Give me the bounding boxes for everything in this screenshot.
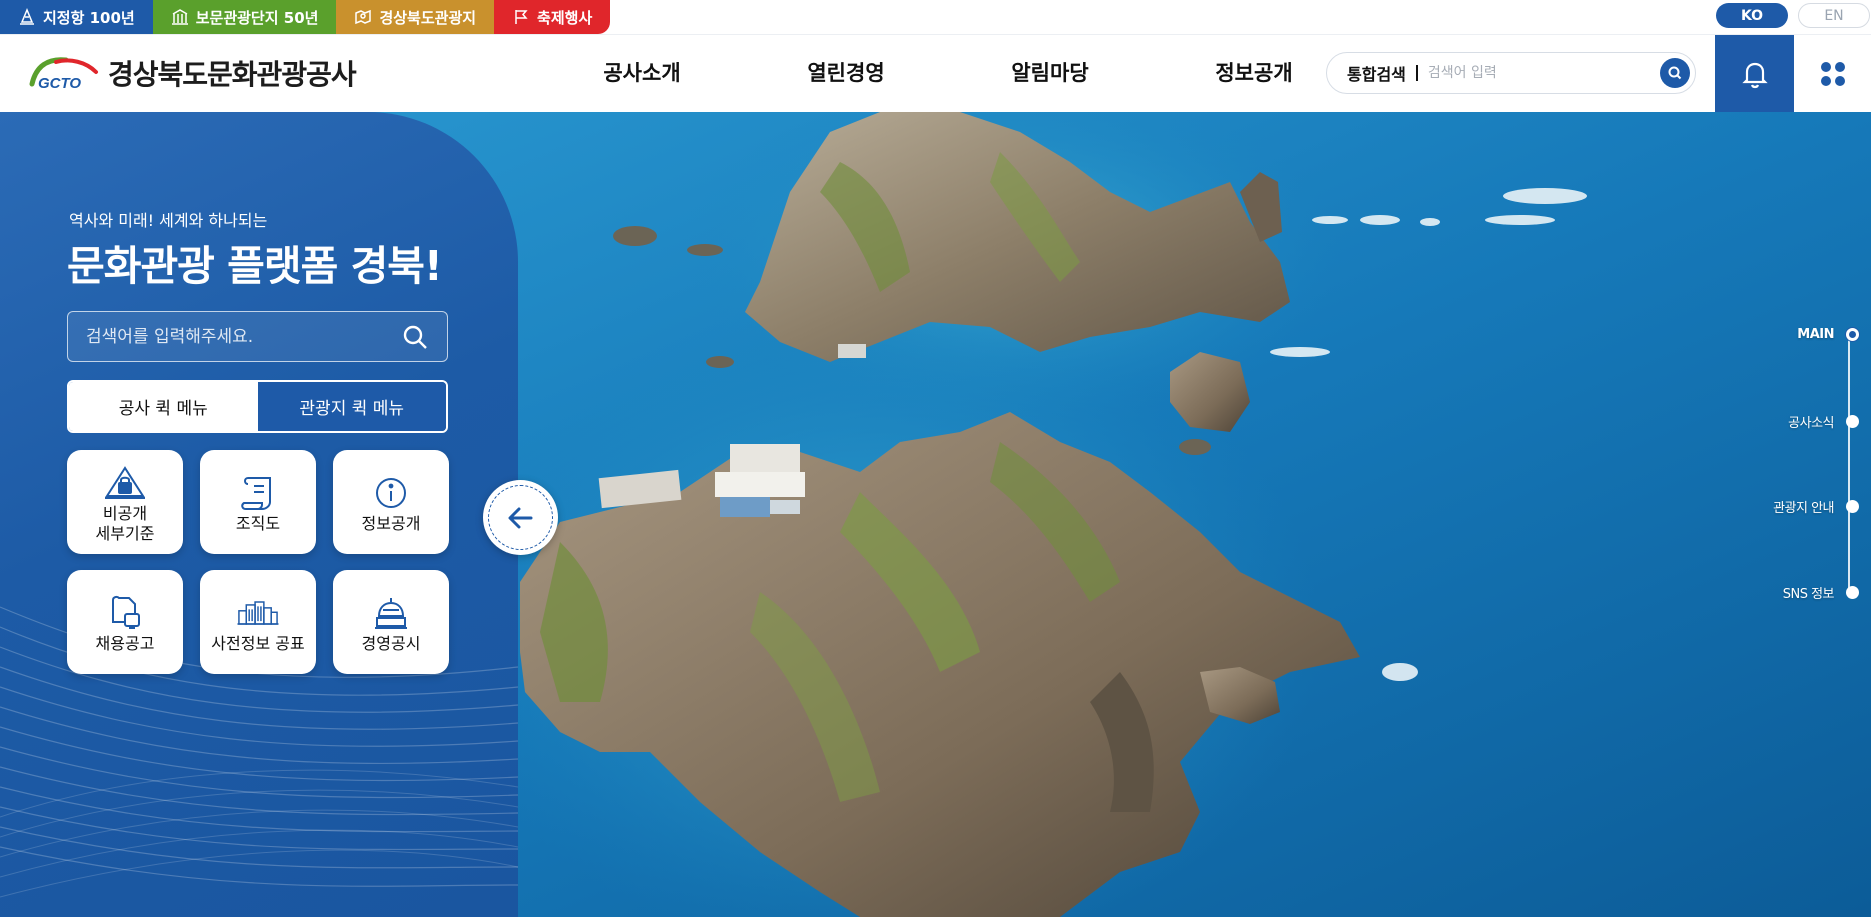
header-search-label: 통합검색 [1347,65,1406,84]
top-tab-port-100[interactable]: 지정항 100년 [0,0,153,34]
special-links: 지정항 100년 보문관광단지 50년 경상북도관광지 축제행사 [0,0,611,34]
tab-company-quick-menu[interactable]: 공사 퀵 메뉴 [69,382,258,431]
panel-search-input[interactable] [86,326,401,347]
indicator-news[interactable]: 공사소식 [1788,412,1859,431]
quick-menu-tabs: 공사 퀵 메뉴 관광지 퀵 메뉴 [67,380,448,433]
quick-label: 비공개 세부기준 [96,504,155,544]
top-tab-gyeongbuk-tourism[interactable]: 경상북도관광지 [336,0,495,34]
monument-icon [20,8,34,25]
header-search: 통합검색 [1326,52,1696,94]
search-icon[interactable] [401,323,429,351]
quick-recruitment[interactable]: 채용공고 [67,570,183,674]
indicator-label: 관광지 안내 [1773,501,1834,516]
map-icon [355,9,372,25]
quick-info-disclosure[interactable]: 정보공개 [333,450,449,554]
nav-about[interactable]: 공사소개 [540,35,744,113]
top-tab-label: 축제행사 [537,8,593,27]
top-strip: 지정항 100년 보문관광단지 50년 경상북도관광지 축제행사 KO EN [0,0,1871,34]
quick-label: 정보공개 [361,514,421,533]
indicator-label: SNS 정보 [1782,587,1835,602]
language-switch: KO EN [1716,3,1870,28]
indicator-line [1848,335,1850,590]
document-card-icon [112,595,140,629]
indicator-label: MAIN [1797,327,1834,342]
grid-menu-icon [1820,62,1845,86]
main-nav: 공사소개 열린경영 알림마당 정보공개 [540,35,1356,113]
gcto-logo-icon: GCTO [29,57,98,92]
top-tab-bomun-50[interactable]: 보문관광단지 50년 [152,0,337,34]
flag-icon [515,10,528,24]
info-icon [376,478,406,508]
quick-label: 채용공고 [95,634,155,653]
scroll-icon [241,477,271,510]
quick-menu-grid: 비공개 세부기준 조직도 정보공개 채용공고 사전정보 공표 경영공시 [67,450,450,674]
quick-label: 조직도 [235,514,281,533]
left-panel: 역사와 미래! 세계와 하나되는 문화관광 플랫폼 경북! 공사 퀵 메뉴 관광… [0,112,518,917]
bell-icon [1741,62,1768,89]
nav-notice[interactable]: 알림마당 [948,35,1152,113]
quick-label: 사전정보 공표 [211,634,305,653]
building-icon [171,9,188,25]
tab-tourism-quick-menu[interactable]: 관광지 퀵 메뉴 [257,382,446,431]
buildings-icon [237,601,279,625]
dome-icon [375,598,407,629]
notification-button[interactable] [1715,35,1794,113]
lock-house-icon [105,466,145,499]
indicator-label: 공사소식 [1788,416,1834,431]
logo-text: 경상북도문화관광공사 [108,58,357,91]
indicator-sns[interactable]: SNS 정보 [1783,583,1859,602]
quick-org-chart[interactable]: 조직도 [200,450,316,554]
quick-label-line: 비공개 세부기준 [95,504,155,543]
indicator-main[interactable]: MAIN [1797,327,1859,342]
lang-ko-button[interactable]: KO [1716,3,1788,28]
lang-en-button[interactable]: EN [1798,3,1870,28]
slide-prev-button[interactable] [483,480,558,555]
button-ring [488,485,553,550]
all-menu-button[interactable] [1794,35,1871,113]
site-logo[interactable]: GCTO 경상북도문화관광공사 [26,53,357,93]
site-header: GCTO 경상북도문화관광공사 공사소개 열린경영 알림마당 정보공개 통합검색 [0,34,1871,113]
search-divider [1415,65,1418,81]
hero-section: 역사와 미래! 세계와 하나되는 문화관광 플랫폼 경북! 공사 퀵 메뉴 관광… [0,112,1871,917]
top-tab-label: 지정항 100년 [43,8,135,27]
search-icon [1668,66,1682,80]
indicator-dot [1846,500,1859,513]
indicator-dot [1846,586,1859,599]
quick-label: 경영공시 [361,634,421,653]
indicator-tourism[interactable]: 관광지 안내 [1773,497,1859,516]
quick-private-criteria[interactable]: 비공개 세부기준 [67,450,183,554]
logo-mark-text: GCTO [38,75,81,92]
quick-pre-disclosure[interactable]: 사전정보 공표 [200,570,316,674]
header-search-input[interactable] [1427,65,1648,81]
quick-management-disclosure[interactable]: 경영공시 [333,570,449,674]
panel-subtitle: 역사와 미래! 세계와 하나되는 [69,211,268,230]
nav-open-management[interactable]: 열린경영 [744,35,948,113]
indicator-dot [1846,328,1859,341]
panel-title: 문화관광 플랫폼 경북! [67,242,443,290]
top-tab-label: 보문관광단지 50년 [195,8,319,27]
top-tab-festivals[interactable]: 축제행사 [494,0,611,34]
indicator-dot [1846,415,1859,428]
top-tab-label: 경상북도관광지 [379,8,477,27]
panel-search [67,311,448,362]
header-search-button[interactable] [1660,58,1690,88]
